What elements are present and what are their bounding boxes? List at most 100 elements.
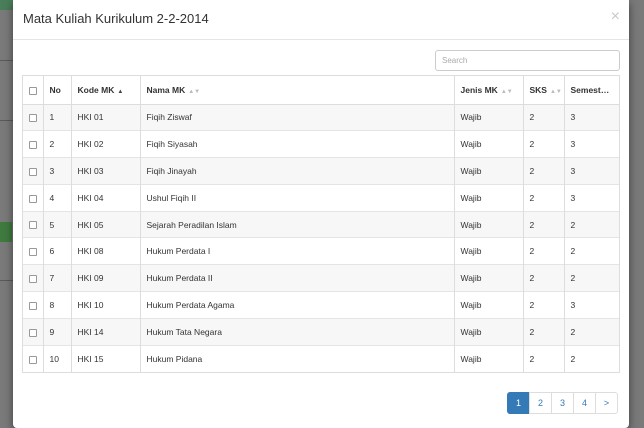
cell-jenis: Wajib xyxy=(454,104,524,131)
cell-jenis: Wajib xyxy=(454,130,524,158)
select-all-checkbox-cell[interactable] xyxy=(23,76,44,105)
background-header-fragment xyxy=(0,0,14,10)
row-checkbox[interactable] xyxy=(28,301,37,310)
page-button-4[interactable]: 4 xyxy=(573,392,596,414)
row-checkbox[interactable] xyxy=(28,221,37,230)
cell-sks: 2 xyxy=(523,157,565,185)
cell-semester: 3 xyxy=(570,139,576,150)
cell-sks: 2 xyxy=(523,104,565,131)
modal-header: Mata Kuliah Kurikulum 2-2-2014 × xyxy=(13,0,629,40)
cell-semester: 2 xyxy=(570,273,576,284)
background-divider xyxy=(0,120,14,121)
row-checkbox[interactable] xyxy=(28,248,37,257)
cell-kode: HKI 01 xyxy=(71,104,141,131)
row-checkbox[interactable] xyxy=(28,114,37,123)
search-input[interactable] xyxy=(435,50,620,71)
cell-semester: 3 xyxy=(570,112,576,123)
cell-kode: HKI 10 xyxy=(71,291,141,319)
page-button-2[interactable]: 2 xyxy=(529,392,552,414)
cell-nama: Ushul Fiqih II xyxy=(140,184,455,212)
cell-no: 9 xyxy=(43,318,72,346)
cell-semester: 3 xyxy=(570,165,576,176)
row-checkbox-cell[interactable] xyxy=(23,104,44,131)
sort-both-icon: ▲▼ xyxy=(188,88,201,95)
cell-semester: 2 xyxy=(570,219,576,230)
row-checkbox[interactable] xyxy=(28,274,37,283)
cell-semester: 3 xyxy=(570,299,576,310)
cell-jenis: Wajib xyxy=(454,318,524,346)
row-checkbox[interactable] xyxy=(28,328,37,337)
cell-sks: 2 xyxy=(523,211,565,238)
row-checkbox-cell[interactable] xyxy=(23,345,44,372)
table-row[interactable]: 7 HKI 09 Hukum Perdata II Wajib 2 2 xyxy=(23,264,619,292)
cell-jenis: Wajib xyxy=(454,264,524,292)
cell-nama: Sejarah Peradilan Islam xyxy=(140,211,455,238)
next-page-button[interactable]: > xyxy=(595,392,618,414)
background-divider xyxy=(0,280,14,281)
page-button-1[interactable]: 1 xyxy=(507,392,530,414)
column-header-no: No xyxy=(43,76,72,105)
cell-jenis: Wajib xyxy=(454,345,524,372)
cell-jenis: Wajib xyxy=(454,237,524,265)
column-header-kode-mk[interactable]: Kode MK ▲ xyxy=(71,76,141,105)
page-button-3[interactable]: 3 xyxy=(551,392,574,414)
table-row[interactable]: 9 HKI 14 Hukum Tata Negara Wajib 2 2 xyxy=(23,318,619,346)
cell-jenis: Wajib xyxy=(454,211,524,238)
row-checkbox-cell[interactable] xyxy=(23,318,44,346)
row-checkbox-cell[interactable] xyxy=(23,130,44,158)
background-button-fragment xyxy=(0,222,12,242)
table-row[interactable]: 1 HKI 01 Fiqih Ziswaf Wajib 2 3 xyxy=(23,104,619,131)
cell-semester: 2 xyxy=(570,353,576,364)
course-table: No Kode MK ▲ Nama MK ▲▼ Jenis MK ▲▼ SKS ▲▼ S… xyxy=(22,75,620,373)
sort-both-icon: ▲▼ xyxy=(500,88,513,95)
row-checkbox-cell[interactable] xyxy=(23,291,44,319)
row-checkbox-cell[interactable] xyxy=(23,157,44,185)
row-checkbox-cell[interactable] xyxy=(23,237,44,265)
table-row[interactable]: 3 HKI 03 Fiqih Jinayah Wajib 2 3 xyxy=(23,157,619,185)
row-checkbox[interactable] xyxy=(28,355,37,364)
cell-no: 7 xyxy=(43,264,72,292)
row-checkbox-cell[interactable] xyxy=(23,211,44,238)
cell-no: 1 xyxy=(43,104,72,131)
cell-no: 5 xyxy=(43,211,72,238)
cell-jenis: Wajib xyxy=(454,291,524,319)
modal-title: Mata Kuliah Kurikulum 2-2-2014 xyxy=(23,11,209,26)
cell-kode: HKI 05 xyxy=(71,211,141,238)
table-row[interactable]: 10 HKI 15 Hukum Pidana Wajib 2 2 xyxy=(23,345,619,372)
select-all-checkbox[interactable] xyxy=(28,86,37,95)
table-row[interactable]: 8 HKI 10 Hukum Perdata Agama Wajib 2 3 xyxy=(23,291,619,319)
row-checkbox[interactable] xyxy=(28,167,37,176)
cell-sks: 2 xyxy=(523,130,565,158)
table-row[interactable]: 2 HKI 02 Fiqih Siyasah Wajib 2 3 xyxy=(23,130,619,158)
cell-sks: 2 xyxy=(523,237,565,265)
table-header-row: No Kode MK ▲ Nama MK ▲▼ Jenis MK ▲▼ SKS ▲▼ S… xyxy=(23,76,619,105)
row-checkbox[interactable] xyxy=(28,140,37,149)
cell-nama: Hukum Perdata Agama xyxy=(140,291,455,319)
cell-nama: Hukum Tata Negara xyxy=(140,318,455,346)
cell-semester: 2 xyxy=(570,246,576,257)
row-checkbox-cell[interactable] xyxy=(23,264,44,292)
cell-sks: 2 xyxy=(523,345,565,372)
column-header-nama-mk[interactable]: Nama MK ▲▼ xyxy=(140,76,455,105)
cell-nama: Hukum Pidana xyxy=(140,345,455,372)
table-row[interactable]: 4 HKI 04 Ushul Fiqih II Wajib 2 3 xyxy=(23,184,619,212)
row-checkbox[interactable] xyxy=(28,194,37,203)
cell-no: 8 xyxy=(43,291,72,319)
cell-semester: 2 xyxy=(570,326,576,337)
cell-no: 3 xyxy=(43,157,72,185)
cell-nama: Hukum Perdata I xyxy=(140,237,455,265)
close-button[interactable]: × xyxy=(611,9,620,25)
column-header-jenis-mk[interactable]: Jenis MK ▲▼ xyxy=(454,76,524,105)
background-divider xyxy=(0,60,14,61)
cell-kode: HKI 04 xyxy=(71,184,141,212)
cell-jenis: Wajib xyxy=(454,157,524,185)
column-header-sks[interactable]: SKS ▲▼ xyxy=(523,76,565,105)
table-row[interactable]: 6 HKI 08 Hukum Perdata I Wajib 2 2 xyxy=(23,237,619,265)
column-header-semester[interactable]: Semest… xyxy=(564,76,619,105)
cell-jenis: Wajib xyxy=(454,184,524,212)
cell-nama: Hukum Perdata II xyxy=(140,264,455,292)
table-body: 1 HKI 01 Fiqih Ziswaf Wajib 2 3 2 HKI 02 Fiqih S… xyxy=(23,104,619,372)
row-checkbox-cell[interactable] xyxy=(23,184,44,212)
cell-no: 4 xyxy=(43,184,72,212)
table-row[interactable]: 5 HKI 05 Sejarah Peradilan Islam Wajib 2 2 xyxy=(23,211,619,238)
